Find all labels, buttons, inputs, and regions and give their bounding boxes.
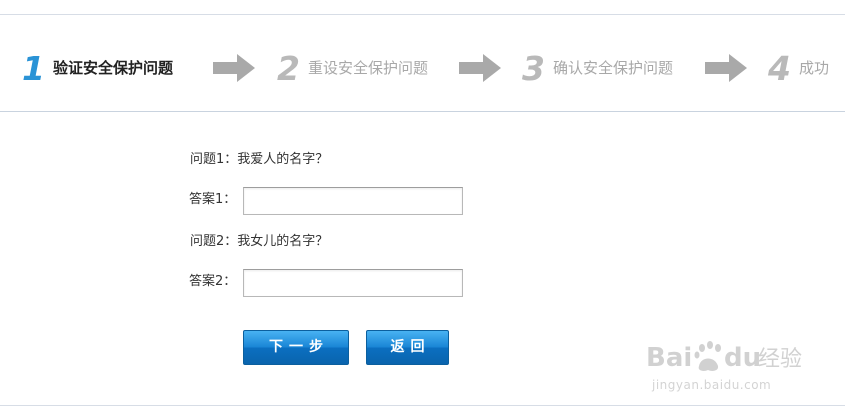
step-2-number: 2 — [277, 48, 300, 88]
question-2-text: 我女儿的名字？ — [237, 234, 329, 249]
answer-2-input[interactable] — [243, 269, 463, 297]
step-3-number: 3 — [522, 48, 545, 88]
step-4: 4 成功 — [768, 48, 829, 88]
arrow-right-icon — [213, 54, 255, 82]
question-1: 问题1：我爱人的名字？ — [190, 153, 328, 166]
step-4-number: 4 — [768, 48, 791, 88]
svg-text:Bai: Bai — [646, 343, 692, 373]
step-2-label: 重设安全保护问题 — [307, 58, 428, 77]
back-button[interactable]: 返回 — [366, 330, 449, 365]
question-1-label: 问题1： — [190, 152, 238, 167]
step-1-label: 验证安全保护问题 — [52, 58, 173, 77]
question-2-label: 问题2： — [190, 234, 238, 249]
arrow-right-icon — [705, 54, 747, 82]
steps-progress-bar: 1 验证安全保护问题 2 重设安全保护问题 3 确认安全保护问题 4 成功 — [0, 14, 845, 112]
step-3-label: 确认安全保护问题 — [552, 58, 673, 77]
question-1-text: 我爱人的名字？ — [237, 152, 329, 167]
baidu-jingyan-watermark: Bai du 经验 jingyan.baidu.com — [646, 336, 806, 398]
bottom-divider — [0, 405, 845, 406]
watermark-url: jingyan.baidu.com — [652, 378, 772, 392]
step-2: 2 重设安全保护问题 — [277, 48, 428, 88]
step-1-number: 1 — [22, 48, 45, 88]
step-3: 3 确认安全保护问题 — [522, 48, 673, 88]
svg-text:du: du — [724, 343, 761, 373]
question-2: 问题2：我女儿的名字？ — [190, 235, 328, 248]
step-4-label: 成功 — [798, 58, 829, 77]
security-question-page: 1 验证安全保护问题 2 重设安全保护问题 3 确认安全保护问题 4 成功 问题… — [0, 0, 845, 419]
svg-text:经验: 经验 — [758, 347, 802, 372]
baidu-logo-icon: Bai du 经验 — [646, 341, 802, 373]
next-step-button[interactable]: 下一步 — [243, 330, 349, 365]
answer-1-input[interactable] — [243, 187, 463, 215]
arrow-right-icon — [459, 54, 501, 82]
answer-1-label: 答案1： — [189, 192, 237, 207]
step-1: 1 验证安全保护问题 — [22, 48, 173, 88]
answer-2-label: 答案2： — [189, 274, 237, 289]
